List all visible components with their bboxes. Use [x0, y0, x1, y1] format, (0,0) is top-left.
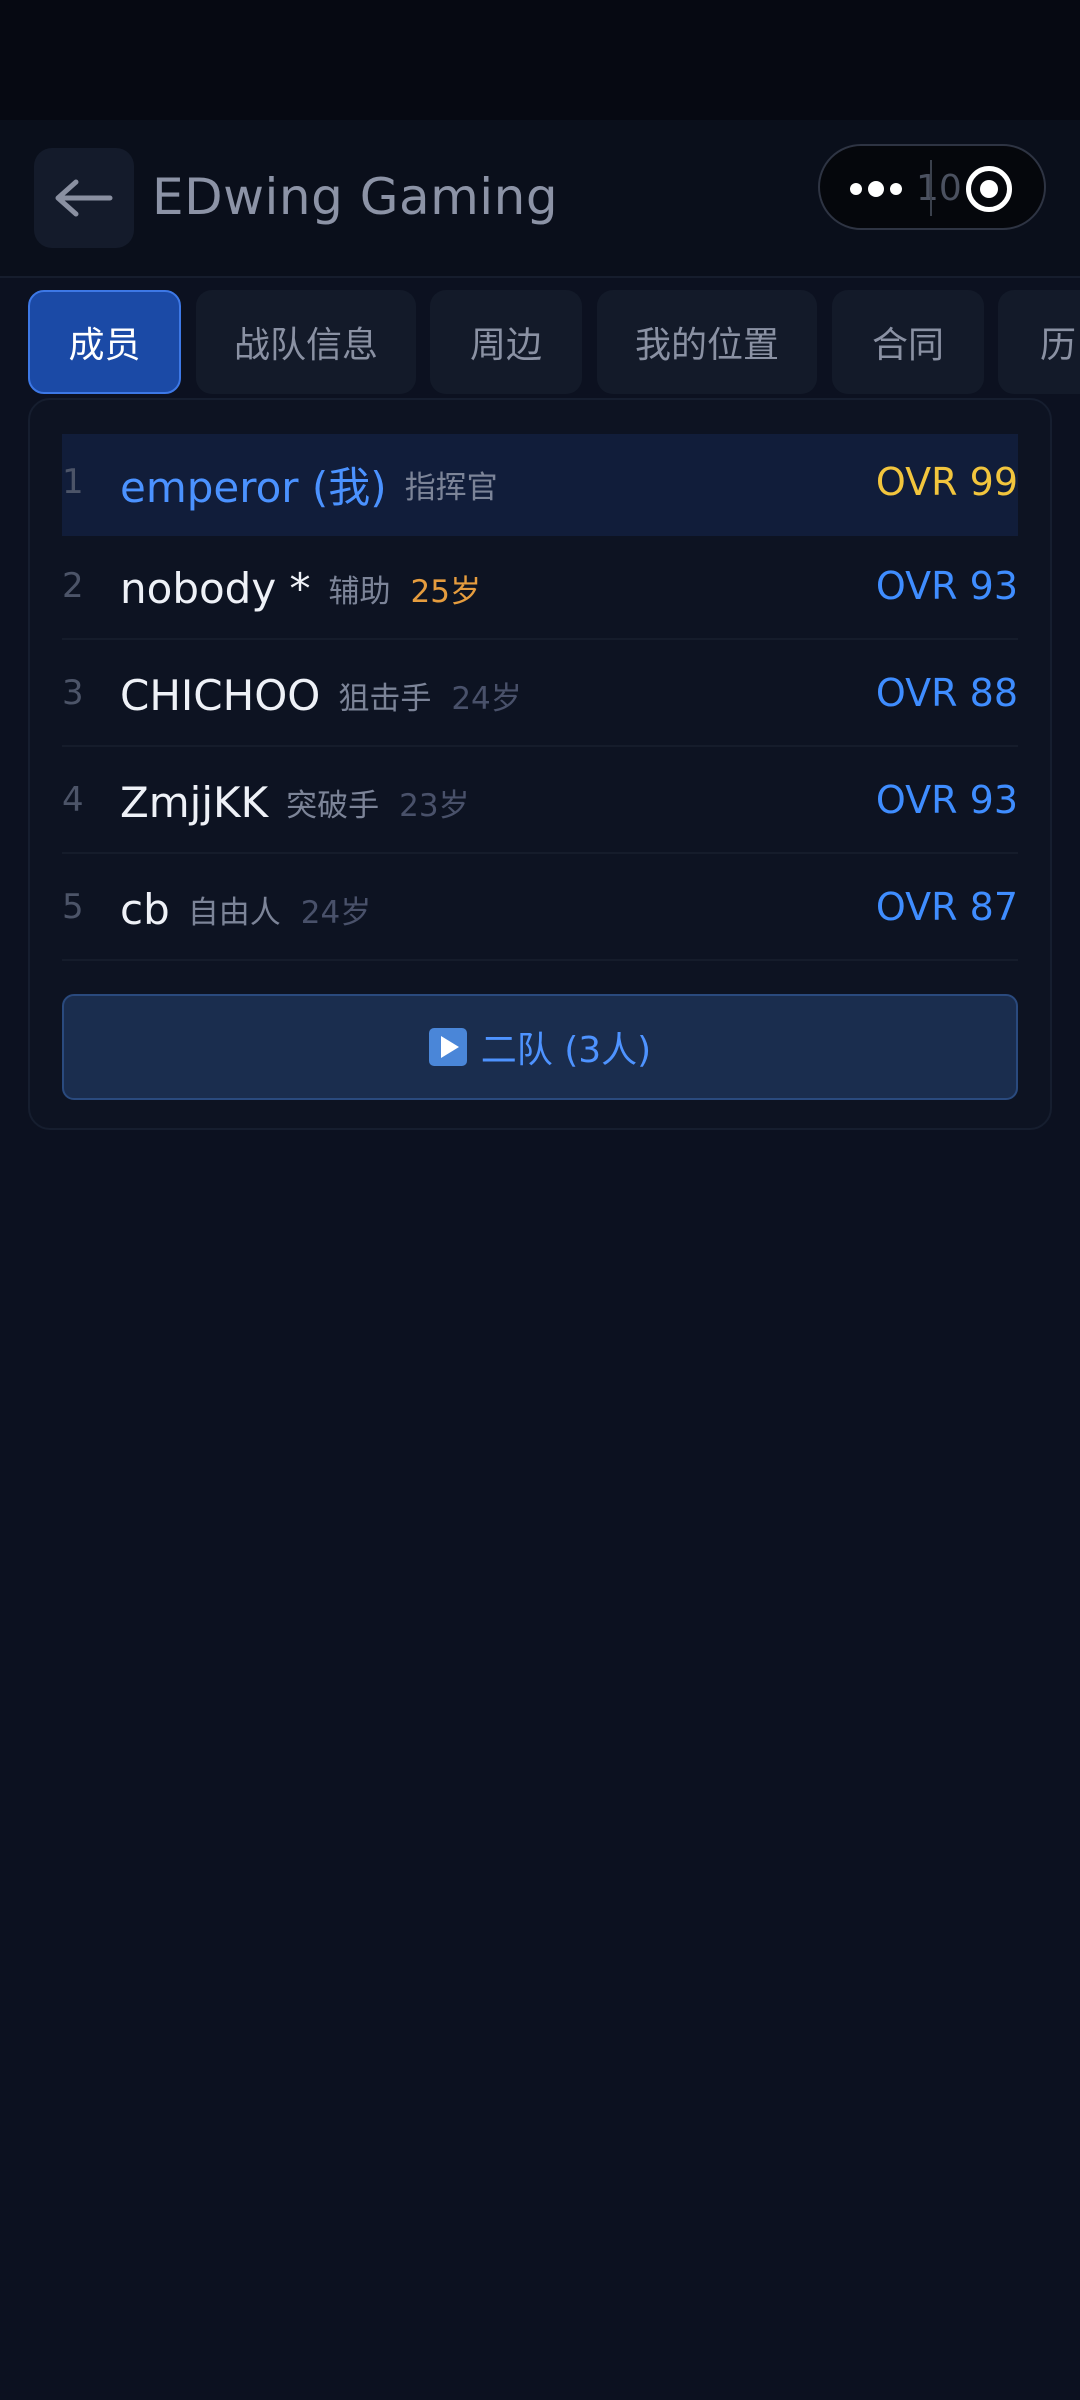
- status-bar: [0, 0, 1080, 120]
- member-row-3[interactable]: 3 CHICHOO 狙击手 24岁 OVR 88: [62, 645, 1018, 747]
- member-role: 辅助: [328, 573, 391, 610]
- member-row-2[interactable]: 2 nobody * 辅助 25岁 OVR 93: [62, 538, 1018, 640]
- member-rank: 3: [62, 673, 84, 713]
- member-list-panel: 1 emperor (我) 指挥官 OVR 99 2 nobody * 辅助 2…: [28, 398, 1052, 1130]
- member-name: ZmjjKK: [120, 777, 269, 827]
- tab-team-info[interactable]: 战队信息: [196, 290, 416, 394]
- member-rank: 1: [62, 462, 84, 502]
- member-ovr: OVR 99: [875, 460, 1018, 504]
- member-role: 自由人: [187, 894, 281, 931]
- member-age: 24岁: [451, 680, 522, 717]
- member-role: 指挥官: [404, 469, 498, 506]
- capsule-divider: [930, 160, 932, 216]
- mini-program-capsule: 10: [818, 144, 1046, 230]
- member-name: nobody *: [120, 563, 311, 613]
- member-row-4[interactable]: 4 ZmjjKK 突破手 23岁 OVR 93: [62, 752, 1018, 854]
- member-row-1[interactable]: 1 emperor (我) 指挥官 OVR 99: [62, 434, 1018, 536]
- play-icon: [428, 1028, 467, 1066]
- member-age: 25岁: [410, 573, 481, 610]
- capsule-ghost-text: 10: [916, 168, 962, 209]
- member-rank: 2: [62, 566, 84, 606]
- page-title: EDwing Gaming: [152, 168, 559, 226]
- member-ovr: OVR 93: [875, 778, 1018, 822]
- member-rank: 4: [62, 780, 84, 820]
- member-age: 24岁: [300, 894, 372, 931]
- member-ovr: OVR 87: [875, 885, 1018, 929]
- target-close-icon[interactable]: [966, 166, 1012, 212]
- tab-contract[interactable]: 合同: [832, 290, 984, 394]
- second-team-button[interactable]: 二队 (3人): [62, 994, 1018, 1100]
- member-ovr: OVR 88: [875, 671, 1018, 715]
- member-name: emperor (我): [120, 462, 387, 512]
- member-name: CHICHOO: [120, 670, 321, 720]
- member-role: 突破手: [286, 787, 380, 824]
- member-age: 23岁: [399, 787, 470, 824]
- tab-my-position[interactable]: 我的位置: [597, 290, 817, 394]
- tab-bar: 成员 战队信息 周边 我的位置 合同 历: [0, 290, 1080, 400]
- header: EDwing Gaming 10: [0, 120, 1080, 278]
- arrow-left-icon: [55, 179, 113, 217]
- tab-members[interactable]: 成员: [28, 290, 181, 394]
- more-dots-icon[interactable]: [850, 174, 902, 204]
- tab-history[interactable]: 历: [998, 290, 1080, 394]
- member-role: 狙击手: [338, 680, 432, 717]
- back-button[interactable]: [34, 148, 134, 248]
- member-row-5[interactable]: 5 cb 自由人 24岁 OVR 87: [62, 859, 1018, 961]
- member-rank: 5: [62, 887, 84, 927]
- second-team-label: 二队 (3人): [480, 1030, 652, 1071]
- member-ovr: OVR 93: [875, 564, 1018, 608]
- tab-merch[interactable]: 周边: [430, 290, 582, 394]
- member-name: cb: [120, 884, 170, 934]
